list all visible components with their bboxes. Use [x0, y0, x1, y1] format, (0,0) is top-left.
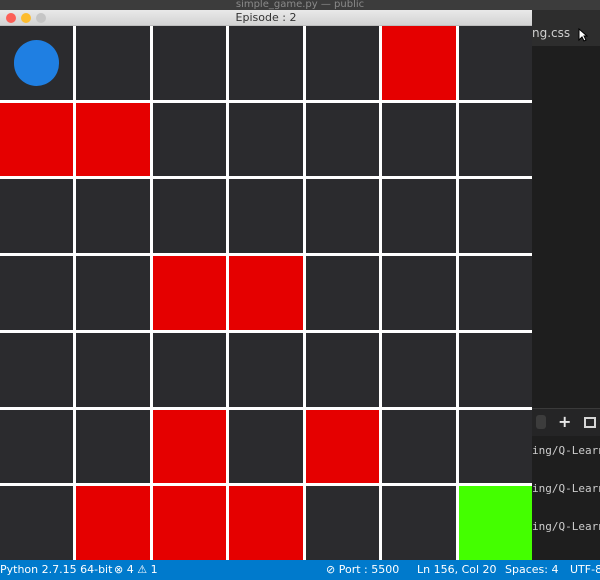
grid-cell-hazard [76, 102, 150, 177]
grid-cell-hazard [152, 486, 227, 560]
grid-cell-empty [382, 332, 456, 407]
game-grid [0, 26, 532, 560]
grid-cell-empty [305, 102, 380, 177]
game-window: Episode : 2 [0, 10, 532, 560]
grid-cell-empty [152, 332, 227, 407]
agent-token [13, 40, 60, 86]
grid-cell-empty [382, 179, 456, 254]
grid-cell-empty [76, 256, 150, 330]
grid-cell-empty [0, 486, 74, 560]
broadcast-icon: ⊘ [326, 563, 336, 576]
editor-tab-css[interactable]: ng.css [532, 26, 570, 40]
grid-cell-hazard [229, 256, 303, 330]
grid-cell-empty [229, 179, 303, 254]
grid-cell-hazard [152, 409, 227, 484]
grid-cell-hazard [76, 486, 150, 560]
mouse-cursor-icon [578, 28, 588, 42]
terminal-panel-toolbar: + [532, 408, 600, 436]
grid-cell-empty [152, 179, 227, 254]
grid-cell-empty [458, 332, 532, 407]
grid-cell-empty [382, 409, 456, 484]
editor-area[interactable] [532, 46, 600, 408]
grid-cell-empty [305, 256, 380, 330]
grid-cell-empty [382, 256, 456, 330]
grid-cell-empty [458, 179, 532, 254]
warning-icon: ⚠ [137, 563, 148, 576]
encoding-item[interactable]: UTF-8 [570, 560, 600, 580]
grid-cell-empty [305, 179, 380, 254]
error-count: 4 [126, 563, 134, 576]
grid-cell-empty [229, 332, 303, 407]
grid-cell-hazard [152, 256, 227, 330]
grid-cell-empty [229, 409, 303, 484]
grid-cell-empty [229, 26, 303, 100]
terminal-panel[interactable]: ing/Q-Learn ing/Q-Learn ing/Q-Learn [532, 436, 600, 560]
grid-cell-empty [76, 26, 150, 100]
cursor-position-item[interactable]: Ln 156, Col 20 [417, 560, 497, 580]
grid-cell-empty [229, 102, 303, 177]
grid-cell-hazard [382, 26, 456, 100]
grid-cell-empty [0, 256, 74, 330]
grid-cell-empty [458, 409, 532, 484]
editor-tab-bar: ng.css [532, 10, 600, 46]
grid-cell-empty [458, 102, 532, 177]
grid-cell-empty [382, 102, 456, 177]
grid-cell-empty [76, 409, 150, 484]
grid-cell-empty [305, 332, 380, 407]
terminal-line: ing/Q-Learn [532, 520, 600, 533]
game-titlebar: Episode : 2 [0, 10, 532, 26]
grid-cell-goal [458, 486, 532, 560]
grid-cell-empty [458, 26, 532, 100]
problems-item[interactable]: ⊗ 4 ⚠ 1 [114, 560, 158, 580]
grid-cell-empty [0, 179, 74, 254]
split-terminal-icon[interactable] [584, 417, 596, 428]
grid-cell-hazard [229, 486, 303, 560]
episode-title: Episode : 2 [235, 11, 297, 24]
grid-cell-empty [76, 332, 150, 407]
grid-cell-hazard [0, 102, 74, 177]
status-bar: Python 2.7.15 64-bit ⊗ 4 ⚠ 1 ⊘ Port : 55… [0, 560, 600, 580]
python-interpreter-item[interactable]: Python 2.7.15 64-bit [0, 560, 112, 580]
terminal-line: ing/Q-Learn [532, 482, 600, 495]
live-server-item[interactable]: ⊘ Port : 5500 [326, 560, 399, 580]
grid-cell-empty [382, 486, 456, 560]
grid-cell-empty [76, 179, 150, 254]
grid-cell-empty [152, 26, 227, 100]
port-label: Port : 5500 [338, 563, 400, 576]
terminal-line: ing/Q-Learn [532, 444, 600, 457]
plus-icon[interactable]: + [558, 413, 571, 431]
warning-count: 1 [150, 563, 158, 576]
terminal-select-dropdown[interactable] [536, 415, 546, 429]
grid-cell-empty [305, 26, 380, 100]
grid-cell-empty [0, 409, 74, 484]
grid-cell-empty [152, 102, 227, 177]
grid-cell-empty [305, 486, 380, 560]
grid-cell-empty [0, 332, 74, 407]
indentation-item[interactable]: Spaces: 4 [505, 560, 558, 580]
grid-cell-empty [458, 256, 532, 330]
editor-window-title: simple_game.py — public [0, 0, 600, 10]
grid-cell-hazard [305, 409, 380, 484]
error-icon: ⊗ [114, 563, 124, 576]
